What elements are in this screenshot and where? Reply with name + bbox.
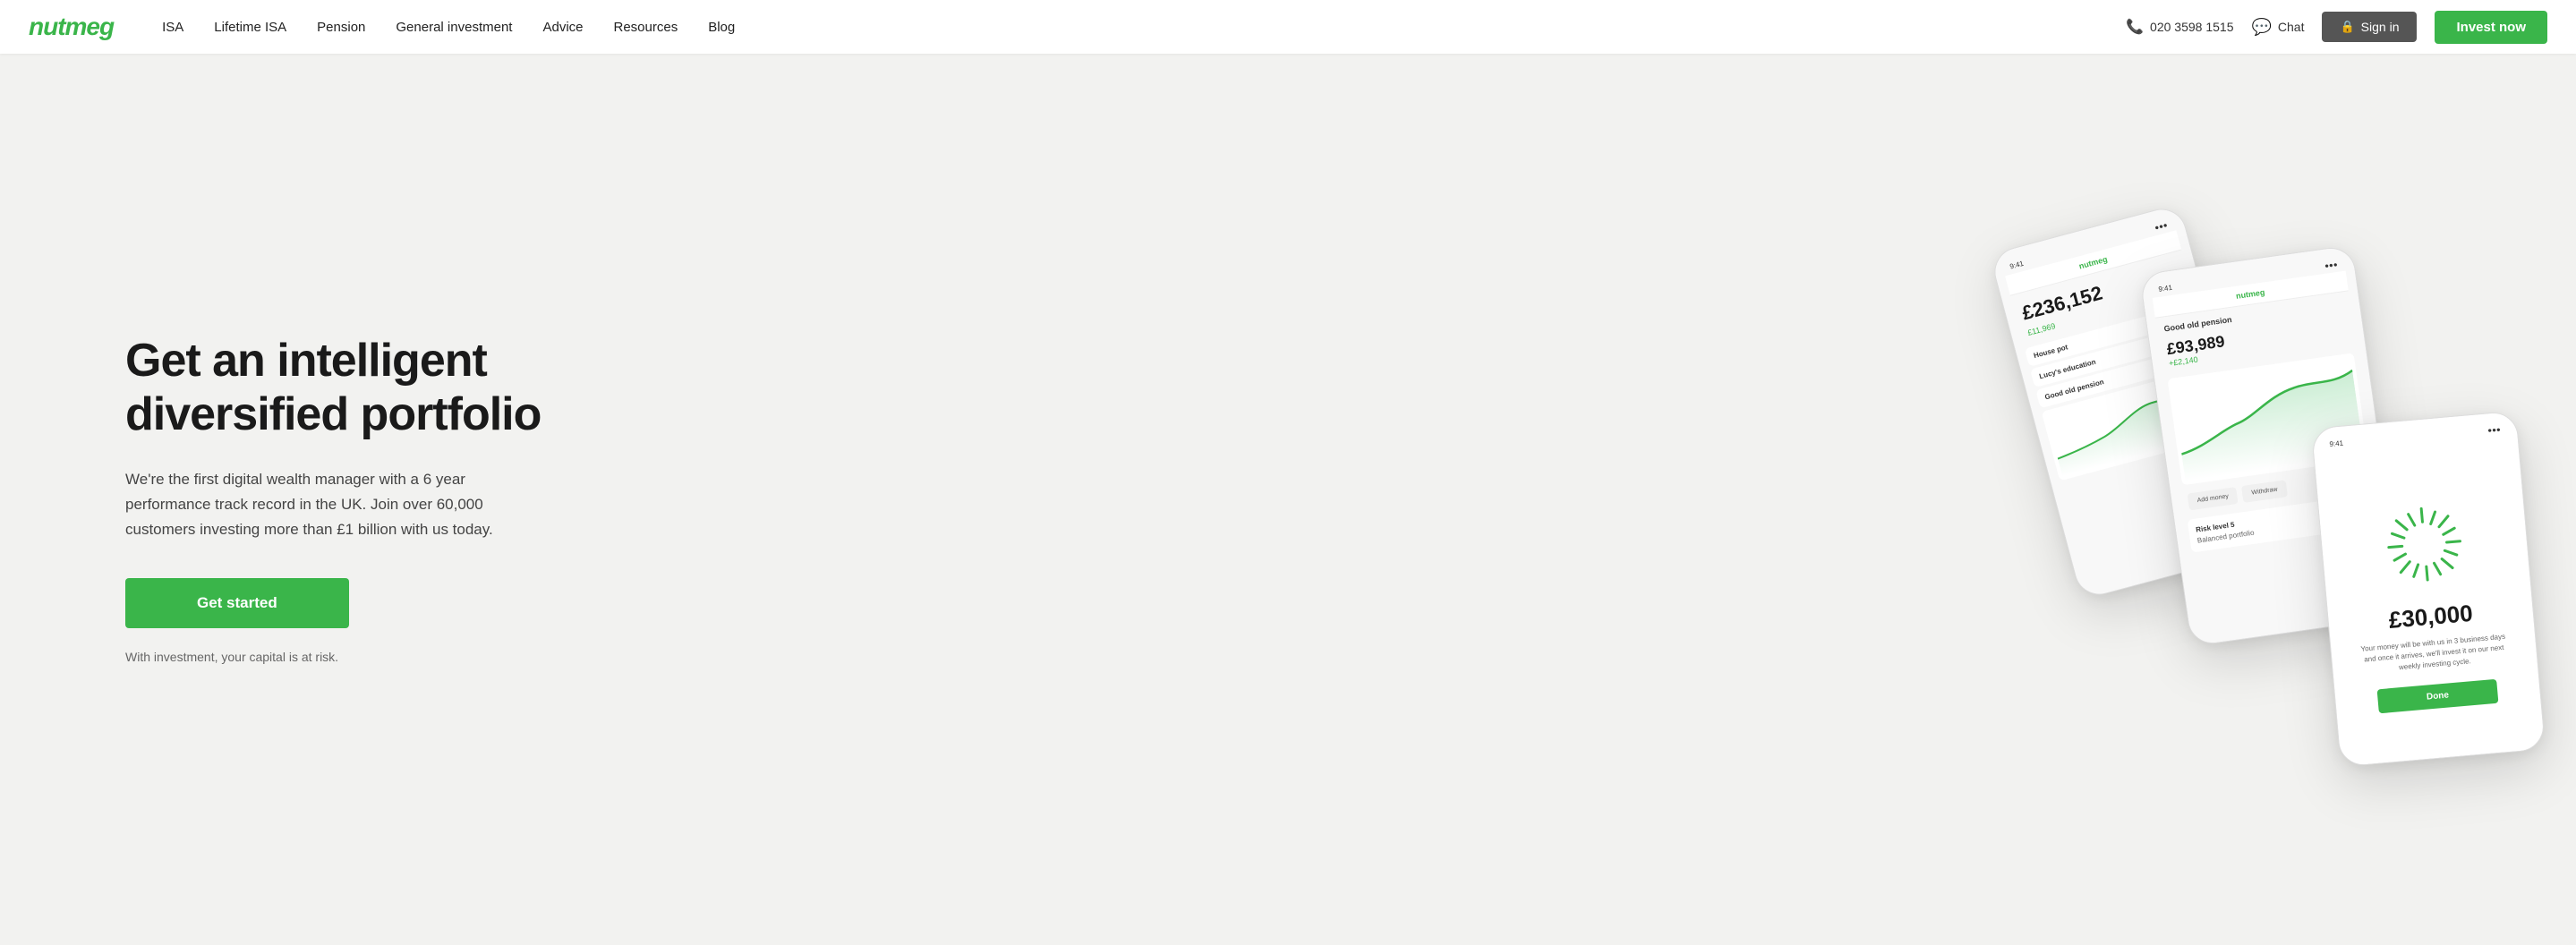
header: nutmeg ISA Lifetime ISA Pension General … (0, 0, 2576, 54)
hero-content: Get an intelligent diversified portfolio… (125, 335, 591, 664)
phone2-action-1: Add money (2188, 487, 2239, 511)
hero-section: Get an intelligent diversified portfolio… (0, 54, 2576, 945)
lock-icon: 🔒 (2340, 20, 2354, 34)
nav-item-lifetime-isa[interactable]: Lifetime ISA (201, 13, 299, 42)
phone2-action-2: Withdraw (2241, 480, 2287, 503)
nav-item-blog[interactable]: Blog (695, 13, 747, 42)
nav-item-resources[interactable]: Resources (601, 13, 691, 42)
risk-disclaimer: With investment, your capital is at risk… (125, 650, 591, 664)
hero-title: Get an intelligent diversified portfolio (125, 335, 591, 442)
chat-icon: 💬 (2251, 18, 2271, 37)
get-started-button[interactable]: Get started (125, 578, 349, 628)
hero-subtitle: We're the first digital wealth manager w… (125, 467, 555, 542)
main-nav: ISA Lifetime ISA Pension General investm… (149, 13, 2126, 42)
logo-text: nutmeg (29, 13, 114, 41)
phone-link[interactable]: 📞 020 3598 1515 (2126, 18, 2233, 36)
phone3-done-button: Done (2376, 679, 2498, 714)
header-right: 📞 020 3598 1515 💬 Chat 🔒 Sign in Invest … (2126, 11, 2547, 44)
phone-number: 020 3598 1515 (2150, 20, 2233, 34)
phone-mockup-3: 9:41●●● (2311, 411, 2546, 768)
invest-now-button[interactable]: Invest now (2435, 11, 2547, 44)
phone3-text: Your money will be with us in 3 business… (2358, 631, 2510, 677)
phone1-item-1-name: House pot (2033, 343, 2068, 360)
chat-link[interactable]: 💬 Chat (2251, 18, 2304, 37)
phone3-amount: £30,000 (2388, 600, 2474, 634)
nav-item-general-investment[interactable]: General investment (383, 13, 525, 42)
phones-container: 9:41●●● nutmeg £236,152 £11,969 House po… (1985, 240, 2576, 759)
nav-item-advice[interactable]: Advice (530, 13, 595, 42)
signin-button[interactable]: 🔒 Sign in (2322, 12, 2417, 42)
phone3-success-screen: £30,000 Your money will be with us in 3 … (2323, 437, 2536, 768)
nav-item-pension[interactable]: Pension (304, 13, 378, 42)
signin-label: Sign in (2361, 20, 2400, 34)
hero-illustration: 9:41●●● nutmeg £236,152 £11,969 House po… (1195, 54, 2576, 945)
chat-label: Chat (2278, 20, 2305, 34)
logo[interactable]: nutmeg (29, 13, 114, 41)
success-starburst-icon (2376, 496, 2472, 592)
phone-icon: 📞 (2126, 18, 2144, 36)
nav-item-isa[interactable]: ISA (149, 13, 196, 42)
